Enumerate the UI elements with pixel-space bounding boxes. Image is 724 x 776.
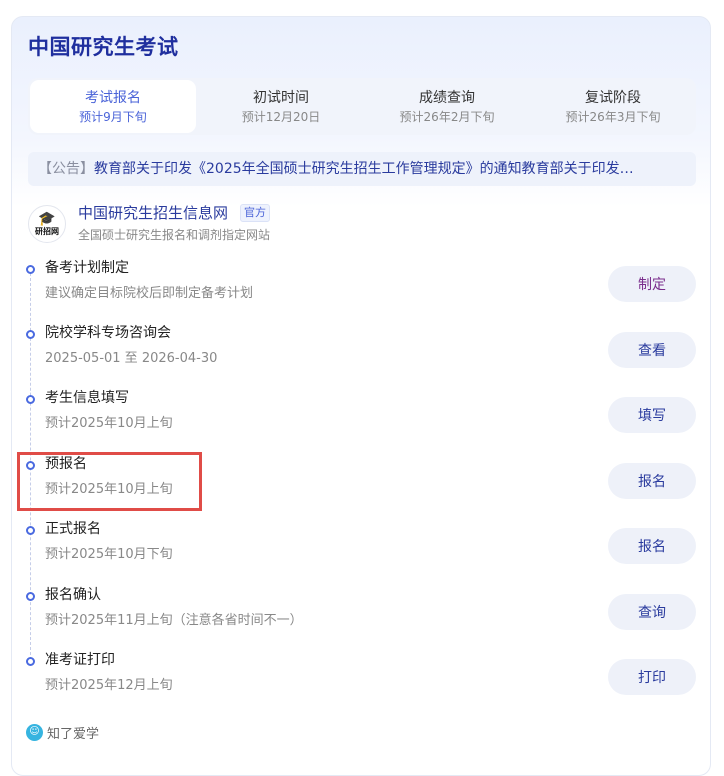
tab-subtitle: 预计26年2月下旬	[399, 109, 495, 124]
timeline-step: 准考证打印 预计2025年12月上旬 打印	[0, 650, 724, 710]
tab-preliminary-time[interactable]: 初试时间 预计12月20日	[198, 78, 364, 135]
step-description: 预计2025年10月下旬	[45, 547, 173, 562]
tab-subtitle: 预计9月下旬	[79, 109, 147, 124]
print-button[interactable]: 打印	[608, 659, 696, 695]
timeline-dot-icon	[26, 657, 35, 666]
graduation-cap-icon: 🎓	[38, 211, 56, 227]
tab-exam-registration[interactable]: 考试报名 预计9月下旬	[30, 80, 196, 133]
official-badge: 官方	[240, 204, 270, 222]
make-plan-button[interactable]: 制定	[608, 266, 696, 302]
tab-score-query[interactable]: 成绩查询 预计26年2月下旬	[364, 78, 530, 135]
step-description: 预计2025年11月上旬（注意各省时间不一）	[45, 613, 303, 628]
timeline-step: 考生信息填写 预计2025年10月上旬 填写	[0, 388, 724, 448]
timeline-step: 报名确认 预计2025年11月上旬（注意各省时间不一） 查询	[0, 585, 724, 645]
source-description: 全国硕士研究生报名和调剂指定网站	[78, 228, 271, 242]
announcement-tag: 【公告】	[38, 161, 94, 177]
step-title: 报名确认	[45, 587, 101, 603]
timeline-dot-icon	[26, 526, 35, 535]
timeline-dot-icon	[26, 330, 35, 339]
step-title: 正式报名	[45, 521, 101, 537]
step-description: 2025-05-01 至 2026-04-30	[45, 351, 218, 366]
announcement-bar[interactable]: 【公告】教育部关于印发《2025年全国硕士研究生招生工作管理规定》的通知教育部关…	[28, 152, 696, 186]
tab-subtitle: 预计26年3月下旬	[565, 109, 661, 124]
footer-text: 知了爱学	[47, 726, 100, 742]
timeline-dot-icon	[26, 592, 35, 601]
page-title: 中国研究生考试	[28, 35, 179, 59]
tab-subtitle: 预计12月20日	[241, 109, 321, 124]
zhiliao-logo-icon: ☺	[26, 723, 43, 741]
timeline-dot-icon	[26, 395, 35, 404]
tab-bar: 考试报名 预计9月下旬 初试时间 预计12月20日 成绩查询 预计26年2月下旬…	[28, 78, 696, 135]
step-title: 备考计划制定	[45, 260, 129, 276]
step-title: 院校学科专场咨询会	[45, 325, 171, 341]
view-button[interactable]: 查看	[608, 332, 696, 368]
timeline-dot-icon	[26, 265, 35, 274]
tab-label: 复试阶段	[585, 89, 641, 106]
query-button[interactable]: 查询	[608, 594, 696, 630]
official-source[interactable]: 🎓 研招网 中国研究生招生信息网 官方 全国硕士研究生报名和调剂指定网站	[28, 203, 688, 245]
announcement-text: 教育部关于印发《2025年全国硕士研究生招生工作管理规定》的通知教育部关于印发…	[94, 161, 634, 177]
source-name-link[interactable]: 中国研究生招生信息网	[78, 203, 228, 223]
footer-brand[interactable]: ☺ 知了爱学	[26, 722, 99, 742]
step-description: 预计2025年12月上旬	[45, 678, 173, 693]
tab-retest-stage[interactable]: 复试阶段 预计26年3月下旬	[530, 78, 696, 135]
yanzhao-logo: 🎓 研招网	[28, 205, 66, 243]
tab-label: 初试时间	[253, 89, 309, 106]
step-title: 准考证打印	[45, 652, 115, 668]
logo-text: 研招网	[35, 226, 59, 236]
step-description: 建议确定目标院校后即制定备考计划	[45, 286, 254, 301]
highlight-box	[17, 452, 202, 511]
timeline-step: 备考计划制定 建议确定目标院校后即制定备考计划 制定	[0, 258, 724, 318]
timeline-step: 院校学科专场咨询会 2025-05-01 至 2026-04-30 查看	[0, 323, 724, 383]
pre-register-button[interactable]: 报名	[608, 463, 696, 499]
timeline-step: 正式报名 预计2025年10月下旬 报名	[0, 519, 724, 579]
register-button[interactable]: 报名	[608, 528, 696, 564]
fill-in-button[interactable]: 填写	[608, 397, 696, 433]
tab-label: 成绩查询	[419, 89, 475, 106]
step-description: 预计2025年10月上旬	[45, 416, 173, 431]
step-title: 考生信息填写	[45, 390, 129, 406]
tab-label: 考试报名	[85, 89, 141, 106]
